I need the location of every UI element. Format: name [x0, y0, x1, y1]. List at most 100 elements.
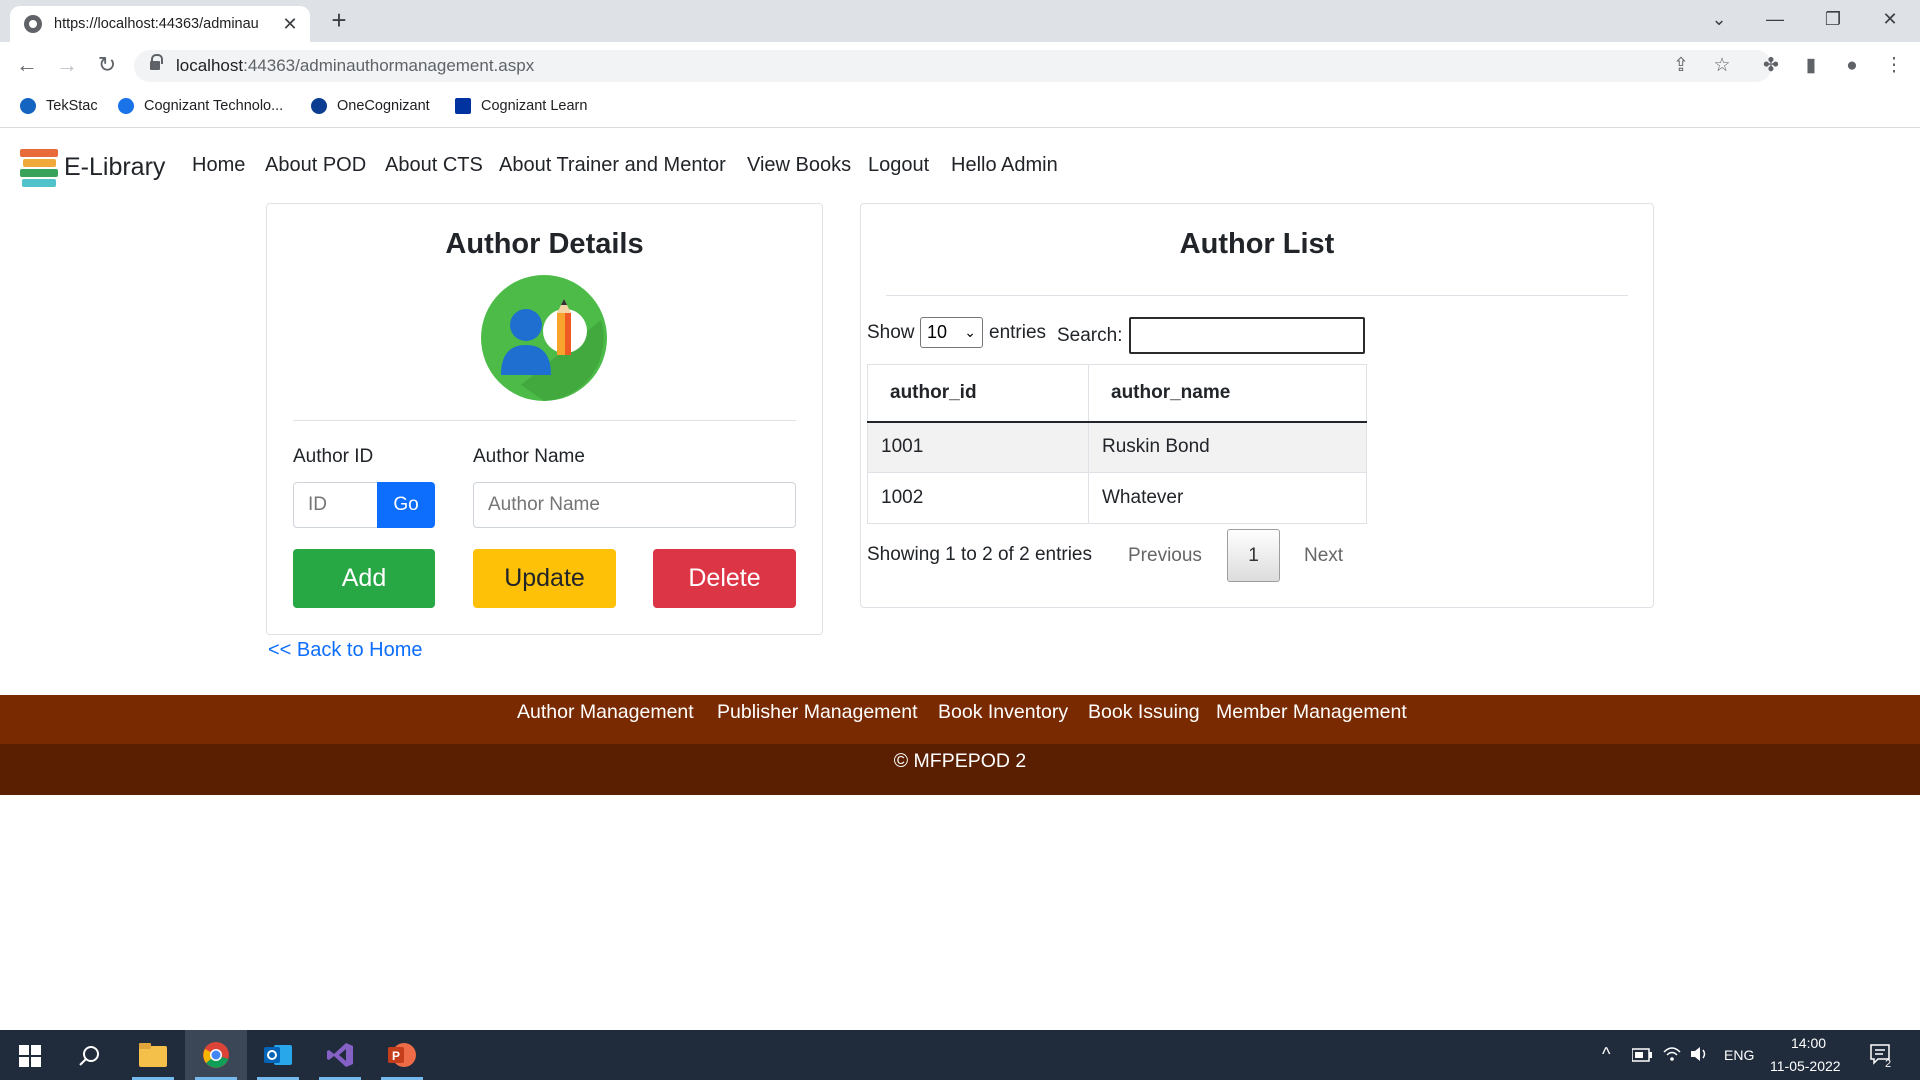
profile-icon[interactable]: ●	[1838, 52, 1866, 80]
delete-button[interactable]: Delete	[653, 549, 796, 608]
table-row[interactable]: 1001 Ruskin Bond	[867, 421, 1367, 473]
nav-hello-admin[interactable]: Hello Admin	[951, 154, 1058, 177]
table-header-row: author_id author_name	[867, 364, 1367, 423]
next-page-button[interactable]: Next	[1304, 545, 1343, 567]
taskbar-chrome[interactable]	[185, 1030, 247, 1080]
extensions-icon[interactable]: ✤	[1757, 52, 1785, 80]
battery-icon[interactable]	[1632, 1048, 1652, 1062]
visual-studio-icon	[327, 1043, 353, 1067]
table-info: Showing 1 to 2 of 2 entries	[867, 544, 1092, 565]
svg-text:P: P	[392, 1049, 400, 1063]
entries-value: 10	[927, 322, 948, 342]
nav-home[interactable]: Home	[192, 154, 245, 177]
cell-author-name: Ruskin Bond	[1088, 421, 1367, 473]
footer-book-issuing[interactable]: Book Issuing	[1088, 701, 1200, 724]
show-label: Show	[867, 322, 915, 343]
author-id-input[interactable]	[293, 482, 383, 528]
language-indicator[interactable]: ENG	[1724, 1047, 1754, 1063]
close-tab-icon[interactable]: ✕	[280, 14, 300, 35]
table-row[interactable]: 1002 Whatever	[867, 472, 1367, 524]
add-button[interactable]: Add	[293, 549, 435, 608]
bookmark-label: TekStac	[46, 98, 98, 114]
author-avatar-icon	[481, 275, 607, 401]
taskbar-file-explorer[interactable]	[122, 1030, 184, 1080]
bookmarks-bar	[0, 86, 1920, 128]
windows-start-icon[interactable]	[19, 1045, 41, 1067]
reload-icon[interactable]: ↻	[92, 50, 122, 80]
go-button[interactable]: Go	[377, 482, 435, 528]
bookmark-label: OneCognizant	[337, 98, 430, 114]
taskbar-outlook[interactable]	[247, 1030, 309, 1080]
cell-author-id: 1001	[867, 421, 1089, 473]
clock-time[interactable]: 14:00	[1791, 1035, 1826, 1051]
restore-button[interactable]: ❐	[1809, 0, 1857, 38]
search-icon[interactable]	[78, 1045, 100, 1067]
site-favicon-icon	[24, 15, 42, 33]
onecognizant-icon	[311, 98, 327, 114]
cognizant-learn-icon	[455, 98, 471, 114]
column-header-author-name[interactable]: author_name	[1088, 364, 1367, 423]
footer-author-management[interactable]: Author Management	[517, 701, 694, 724]
author-details-title: Author Details	[445, 228, 644, 260]
cognizant-icon	[118, 98, 134, 114]
tab-title: https://localhost:44363/adminau	[54, 16, 259, 32]
powerpoint-icon: P	[388, 1043, 416, 1067]
address-bar[interactable]: localhost:44363/adminauthormanagement.as…	[134, 50, 1772, 82]
browser-tab[interactable]: https://localhost:44363/adminau ✕	[10, 6, 310, 42]
author-name-label: Author Name	[473, 446, 585, 467]
bookmark-onecognizant[interactable]: OneCognizant	[311, 96, 430, 116]
lock-icon	[150, 54, 163, 71]
author-table: author_id author_name 1001 Ruskin Bond 1…	[867, 364, 1367, 524]
page-1-button[interactable]: 1	[1227, 529, 1280, 582]
forward-arrow-icon[interactable]: →	[52, 50, 82, 80]
bookmark-cognizant-learn[interactable]: Cognizant Learn	[455, 96, 587, 116]
entries-select[interactable]: 10 ⌄	[920, 317, 983, 348]
tekstac-icon	[20, 98, 36, 114]
tab-search-icon[interactable]: ⌄	[1695, 0, 1743, 38]
footer-member-management[interactable]: Member Management	[1216, 701, 1407, 724]
footer-publisher-management[interactable]: Publisher Management	[717, 701, 918, 724]
search-input[interactable]	[1129, 317, 1365, 354]
details-divider	[293, 420, 796, 421]
taskbar-visual-studio[interactable]	[309, 1030, 371, 1080]
share-icon[interactable]: ⇪	[1667, 52, 1695, 80]
entries-label: entries	[989, 322, 1047, 343]
clock-date[interactable]: 11-05-2022	[1770, 1058, 1841, 1074]
nav-about-pod[interactable]: About POD	[265, 154, 366, 177]
footer-book-inventory[interactable]: Book Inventory	[938, 701, 1068, 724]
nav-about-cts[interactable]: About CTS	[385, 154, 483, 177]
outlook-icon	[264, 1045, 292, 1065]
new-tab-button[interactable]: +	[324, 6, 354, 36]
books-logo-icon	[20, 147, 58, 187]
brand[interactable]: E-Library	[20, 147, 165, 187]
cell-author-name: Whatever	[1088, 472, 1367, 524]
update-button[interactable]: Update	[473, 549, 616, 608]
side-panel-icon[interactable]: ▮	[1797, 52, 1825, 80]
search-label: Search:	[1057, 325, 1123, 346]
author-list-title: Author List	[1179, 228, 1335, 260]
bookmark-star-icon[interactable]: ☆	[1708, 52, 1736, 80]
url-path: :44363/adminauthormanagement.aspx	[243, 56, 535, 75]
nav-view-books[interactable]: View Books	[747, 154, 851, 177]
nav-about-trainer-mentor[interactable]: About Trainer and Mentor	[499, 154, 726, 177]
close-window-button[interactable]: ✕	[1866, 0, 1914, 38]
bookmark-cognizant-technology[interactable]: Cognizant Technolo...	[118, 96, 283, 116]
list-divider	[886, 295, 1628, 296]
chrome-menu-icon[interactable]: ⋮	[1880, 52, 1908, 80]
wifi-icon[interactable]	[1663, 1046, 1681, 1062]
column-header-author-id[interactable]: author_id	[867, 364, 1089, 423]
taskbar-powerpoint[interactable]: P	[371, 1030, 433, 1080]
back-arrow-icon[interactable]: ←	[12, 50, 42, 80]
minimize-button[interactable]: —	[1751, 0, 1799, 38]
bookmark-label: Cognizant Learn	[481, 98, 588, 114]
volume-icon[interactable]	[1690, 1046, 1710, 1062]
cell-author-id: 1002	[867, 472, 1089, 524]
nav-logout[interactable]: Logout	[868, 154, 929, 177]
back-to-home-link[interactable]: << Back to Home	[268, 639, 423, 662]
bookmark-tekstac[interactable]: TekStac	[20, 96, 98, 116]
tray-overflow-chevron-icon[interactable]: ^	[1602, 1044, 1610, 1065]
author-name-input[interactable]	[473, 482, 796, 528]
previous-page-button[interactable]: Previous	[1128, 545, 1202, 567]
folder-icon	[139, 1043, 167, 1067]
author-id-label: Author ID	[293, 446, 374, 467]
